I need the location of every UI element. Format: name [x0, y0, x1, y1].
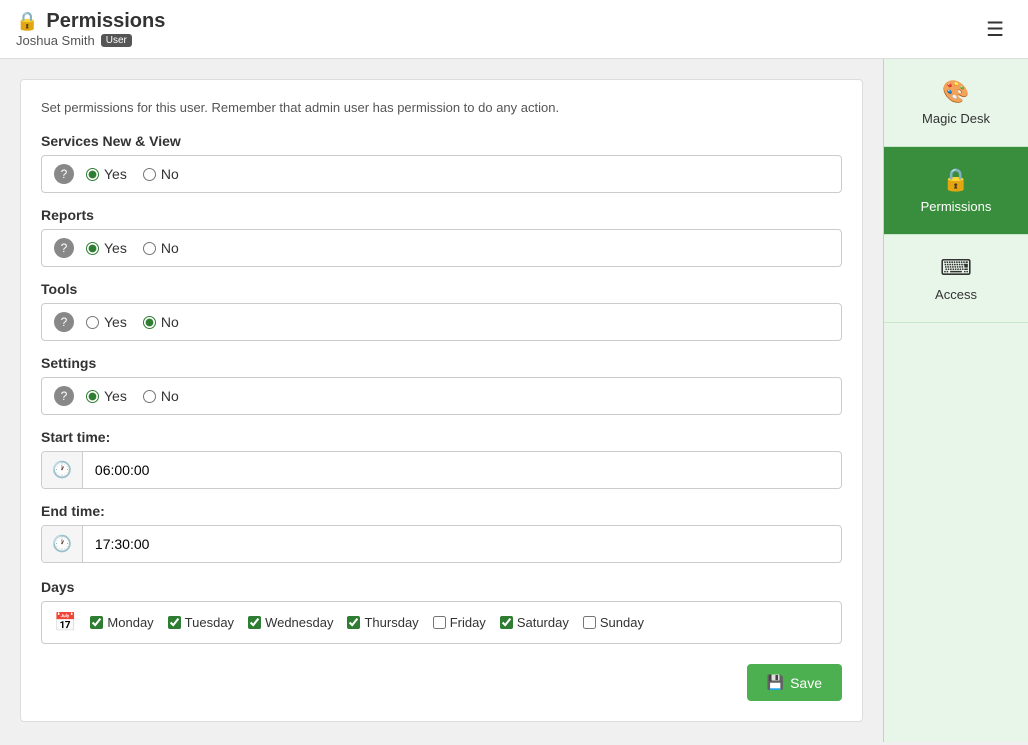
- start-time-label: Start time:: [41, 429, 842, 445]
- days-section: Days 📅 Monday Tuesday Wednesday Thursday: [41, 579, 842, 644]
- lock-icon: 🔒: [16, 11, 38, 32]
- sidebar-item-magic-desk[interactable]: 🎨 Magic Desk: [884, 59, 1028, 147]
- services-yes-radio[interactable]: [86, 168, 99, 181]
- thursday-label[interactable]: Thursday: [347, 615, 418, 630]
- permissions-icon: 🔒: [942, 167, 969, 193]
- settings-no-label[interactable]: No: [143, 388, 179, 404]
- section-label-reports: Reports: [41, 207, 842, 223]
- top-bar: 🔒 Permissions Joshua Smith User ☰: [0, 0, 1028, 59]
- sidebar-item-label-permissions: Permissions: [921, 199, 992, 214]
- save-row: 💾 Save: [41, 664, 842, 701]
- tools-yes-radio[interactable]: [86, 316, 99, 329]
- section-label-services: Services New & View: [41, 133, 842, 149]
- settings-radio-group: Yes No: [86, 388, 179, 404]
- services-row: ? Yes No: [41, 155, 842, 193]
- services-help-button[interactable]: ?: [54, 164, 74, 184]
- reports-help-button[interactable]: ?: [54, 238, 74, 258]
- services-yes-label[interactable]: Yes: [86, 166, 127, 182]
- friday-label[interactable]: Friday: [433, 615, 486, 630]
- user-info: Joshua Smith User: [16, 33, 165, 48]
- main-content: Set permissions for this user. Remember …: [0, 59, 883, 742]
- user-badge: User: [101, 34, 132, 47]
- access-icon: ⌨: [940, 255, 972, 281]
- save-icon: 💾: [767, 674, 784, 691]
- section-label-settings: Settings: [41, 355, 842, 371]
- magic-desk-icon: 🎨: [942, 79, 969, 105]
- sidebar: 🎨 Magic Desk 🔒 Permissions ⌨ Access: [883, 59, 1028, 742]
- days-label: Days: [41, 579, 842, 595]
- tools-no-label[interactable]: No: [143, 314, 179, 330]
- end-time-section: End time: 🕐: [41, 503, 842, 563]
- sidebar-item-label-access: Access: [935, 287, 977, 302]
- sidebar-item-label-magic-desk: Magic Desk: [922, 111, 990, 126]
- page-title: Permissions: [46, 10, 165, 33]
- monday-checkbox[interactable]: [90, 616, 103, 629]
- reports-row: ? Yes No: [41, 229, 842, 267]
- end-time-label: End time:: [41, 503, 842, 519]
- save-label: Save: [790, 675, 822, 691]
- tools-no-radio[interactable]: [143, 316, 156, 329]
- top-bar-left: 🔒 Permissions Joshua Smith User: [16, 10, 165, 48]
- section-label-tools: Tools: [41, 281, 842, 297]
- reports-no-label[interactable]: No: [143, 240, 179, 256]
- tools-radio-group: Yes No: [86, 314, 179, 330]
- tools-yes-label[interactable]: Yes: [86, 314, 127, 330]
- start-time-section: Start time: 🕐: [41, 429, 842, 489]
- end-time-input[interactable]: [83, 528, 841, 560]
- sunday-checkbox[interactable]: [583, 616, 596, 629]
- settings-yes-label[interactable]: Yes: [86, 388, 127, 404]
- saturday-checkbox[interactable]: [500, 616, 513, 629]
- permissions-card: Set permissions for this user. Remember …: [20, 79, 863, 722]
- settings-yes-radio[interactable]: [86, 390, 99, 403]
- settings-row: ? Yes No: [41, 377, 842, 415]
- reports-yes-label[interactable]: Yes: [86, 240, 127, 256]
- layout: Set permissions for this user. Remember …: [0, 59, 1028, 742]
- reports-radio-group: Yes No: [86, 240, 179, 256]
- thursday-checkbox[interactable]: [347, 616, 360, 629]
- tuesday-label[interactable]: Tuesday: [168, 615, 234, 630]
- sidebar-item-permissions[interactable]: 🔒 Permissions: [884, 147, 1028, 235]
- info-text: Set permissions for this user. Remember …: [41, 100, 842, 115]
- services-no-radio[interactable]: [143, 168, 156, 181]
- monday-label[interactable]: Monday: [90, 615, 153, 630]
- save-button[interactable]: 💾 Save: [747, 664, 842, 701]
- start-time-input-row: 🕐: [41, 451, 842, 489]
- reports-no-radio[interactable]: [143, 242, 156, 255]
- clock-icon: 🕐: [42, 452, 83, 488]
- header-block: 🔒 Permissions Joshua Smith User: [16, 10, 165, 48]
- settings-help-button[interactable]: ?: [54, 386, 74, 406]
- settings-no-radio[interactable]: [143, 390, 156, 403]
- clock-icon-end: 🕐: [42, 526, 83, 562]
- start-time-input[interactable]: [83, 454, 841, 486]
- tools-row: ? Yes No: [41, 303, 842, 341]
- friday-checkbox[interactable]: [433, 616, 446, 629]
- saturday-label[interactable]: Saturday: [500, 615, 569, 630]
- wednesday-checkbox[interactable]: [248, 616, 261, 629]
- sidebar-item-access[interactable]: ⌨ Access: [884, 235, 1028, 323]
- menu-button[interactable]: ☰: [978, 13, 1012, 46]
- tuesday-checkbox[interactable]: [168, 616, 181, 629]
- end-time-input-row: 🕐: [41, 525, 842, 563]
- user-name: Joshua Smith: [16, 33, 95, 48]
- calendar-icon: 📅: [54, 612, 76, 633]
- services-radio-group: Yes No: [86, 166, 179, 182]
- sunday-label[interactable]: Sunday: [583, 615, 644, 630]
- services-no-label[interactable]: No: [143, 166, 179, 182]
- reports-yes-radio[interactable]: [86, 242, 99, 255]
- days-row: 📅 Monday Tuesday Wednesday Thursday: [41, 601, 842, 644]
- tools-help-button[interactable]: ?: [54, 312, 74, 332]
- wednesday-label[interactable]: Wednesday: [248, 615, 333, 630]
